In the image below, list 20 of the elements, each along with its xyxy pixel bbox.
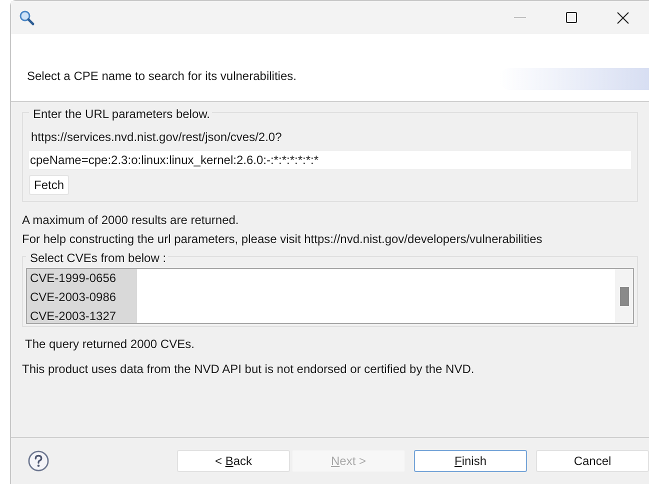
result-text: The query returned 2000 CVEs. (25, 336, 196, 353)
help-icon[interactable] (28, 450, 49, 472)
fetch-button[interactable]: Fetch (29, 175, 70, 195)
dialog-button[interactable]: < Back (177, 450, 290, 472)
scrollbar-thumb[interactable] (620, 287, 628, 306)
base-url: https://services.nvd.nist.gov/rest/json/cves/2.0? (31, 129, 283, 146)
close-icon[interactable] (617, 12, 629, 24)
maximize-icon[interactable] (566, 12, 577, 23)
cve-item[interactable]: CVE-2003-1327 (27, 307, 137, 323)
note-text: For help constructing the url parameters, please visit https://nvd.nist.gov/developers/vulnerabilities (22, 231, 544, 248)
disclaimer-text: This product uses data from the NVD API but is not endorsed or certified by the NVD. (22, 361, 476, 378)
dialog-button[interactable]: Cancel (536, 450, 649, 472)
cve-item[interactable]: CVE-2003-0986 (27, 288, 137, 307)
search-icon (19, 10, 35, 26)
scrollbar[interactable] (615, 269, 633, 323)
header-message: Select a CPE name to search for its vulnerabilities. (27, 68, 296, 85)
dialog-button[interactable]: Finish (414, 450, 527, 472)
cve-item[interactable]: CVE-1999-0656 (27, 269, 137, 288)
url-parameters-field[interactable]: cpeName=cpe:2.3:o:linux:linux_kernel:2.6.0:-:*:*:*:*:*:* (29, 151, 631, 169)
note-text: A maximum of 2000 results are returned. (22, 212, 240, 229)
